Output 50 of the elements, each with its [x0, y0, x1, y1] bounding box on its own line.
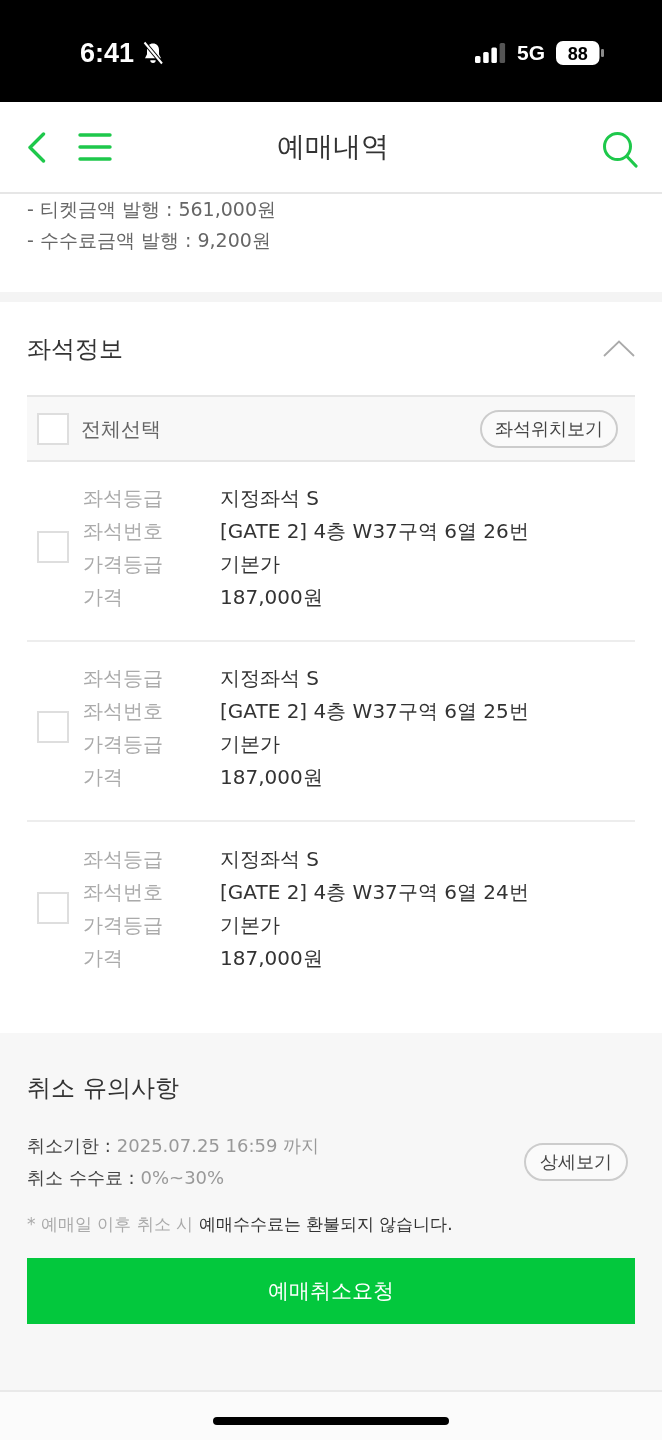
seat-field-value: 기본가 — [220, 911, 280, 939]
back-icon[interactable] — [27, 131, 46, 163]
issue-amount-text: - 수수료금액 발행 : 9,200원 — [27, 228, 271, 253]
seat-field-value: 지정좌석 S — [220, 845, 320, 873]
seat-field-value: 지정좌석 S — [220, 664, 320, 692]
seat-field-label: 가격 — [83, 583, 124, 611]
seat-field-label: 가격등급 — [83, 550, 164, 578]
seat-checkbox[interactable] — [37, 531, 69, 563]
seat-map-button[interactable]: 좌석위치보기 — [480, 409, 618, 448]
seat-field-label: 좌석번호 — [83, 517, 164, 545]
seat-field-value: 기본가 — [220, 550, 280, 578]
refund-note-text: * 예매일 이후 취소 시 예매수수료는 환불되지 않습니다. — [27, 1213, 453, 1236]
seat-field-label: 좌석등급 — [83, 845, 164, 873]
section-title: 취소 유의사항 — [27, 1073, 179, 1104]
status-time: 6:41 — [80, 37, 135, 69]
seat-field-value: 187,000원 — [220, 944, 323, 972]
seat-field-value: 187,000원 — [220, 583, 323, 611]
seat-field-value: 지정좌석 S — [220, 484, 320, 512]
menu-icon[interactable] — [78, 133, 112, 161]
seat-field-label: 가격등급 — [83, 911, 164, 939]
seat-field-label: 좌석번호 — [83, 878, 164, 906]
term-label: 취소기한 : — [27, 1134, 111, 1158]
seat-field-label: 좌석등급 — [83, 664, 164, 692]
seat-field-value: 187,000원 — [220, 763, 323, 791]
page-title: 예매내역 — [276, 129, 389, 165]
select-all-label: 전체선택 — [81, 415, 161, 443]
section-title: 좌석정보 — [27, 333, 123, 365]
seat-field-value: [GATE 2] 4층 W37구역 6열 25번 — [220, 697, 529, 725]
term-label: 취소 수수료 : — [27, 1166, 135, 1190]
term-value: 2025.07.25 16:59 까지 — [116, 1134, 320, 1158]
issue-amount-text: - 티켓금액 발행 : 561,000원 — [27, 197, 276, 222]
signal-icon — [475, 43, 506, 63]
seat-field-label: 좌석등급 — [83, 484, 164, 512]
term-value: 0%~30% — [140, 1166, 225, 1190]
seat-field-label: 좌석번호 — [83, 697, 164, 725]
network-type: 5G — [517, 40, 545, 66]
details-button[interactable]: 상세보기 — [524, 1143, 628, 1181]
search-icon[interactable] — [602, 130, 638, 168]
seat-checkbox[interactable] — [37, 892, 69, 924]
seat-field-label: 가격 — [83, 763, 124, 791]
bell-slash-icon — [142, 41, 165, 65]
battery-indicator: 88 — [556, 41, 604, 65]
seat-field-label: 가격 — [83, 944, 124, 972]
seat-checkbox[interactable] — [37, 711, 69, 743]
seat-field-value: [GATE 2] 4층 W37구역 6열 26번 — [220, 517, 529, 545]
seat-field-value: [GATE 2] 4층 W37구역 6열 24번 — [220, 878, 529, 906]
chevron-up-icon[interactable] — [603, 340, 635, 357]
seat-field-value: 기본가 — [220, 730, 280, 758]
seat-field-label: 가격등급 — [83, 730, 164, 758]
select-all-checkbox[interactable] — [37, 412, 69, 445]
